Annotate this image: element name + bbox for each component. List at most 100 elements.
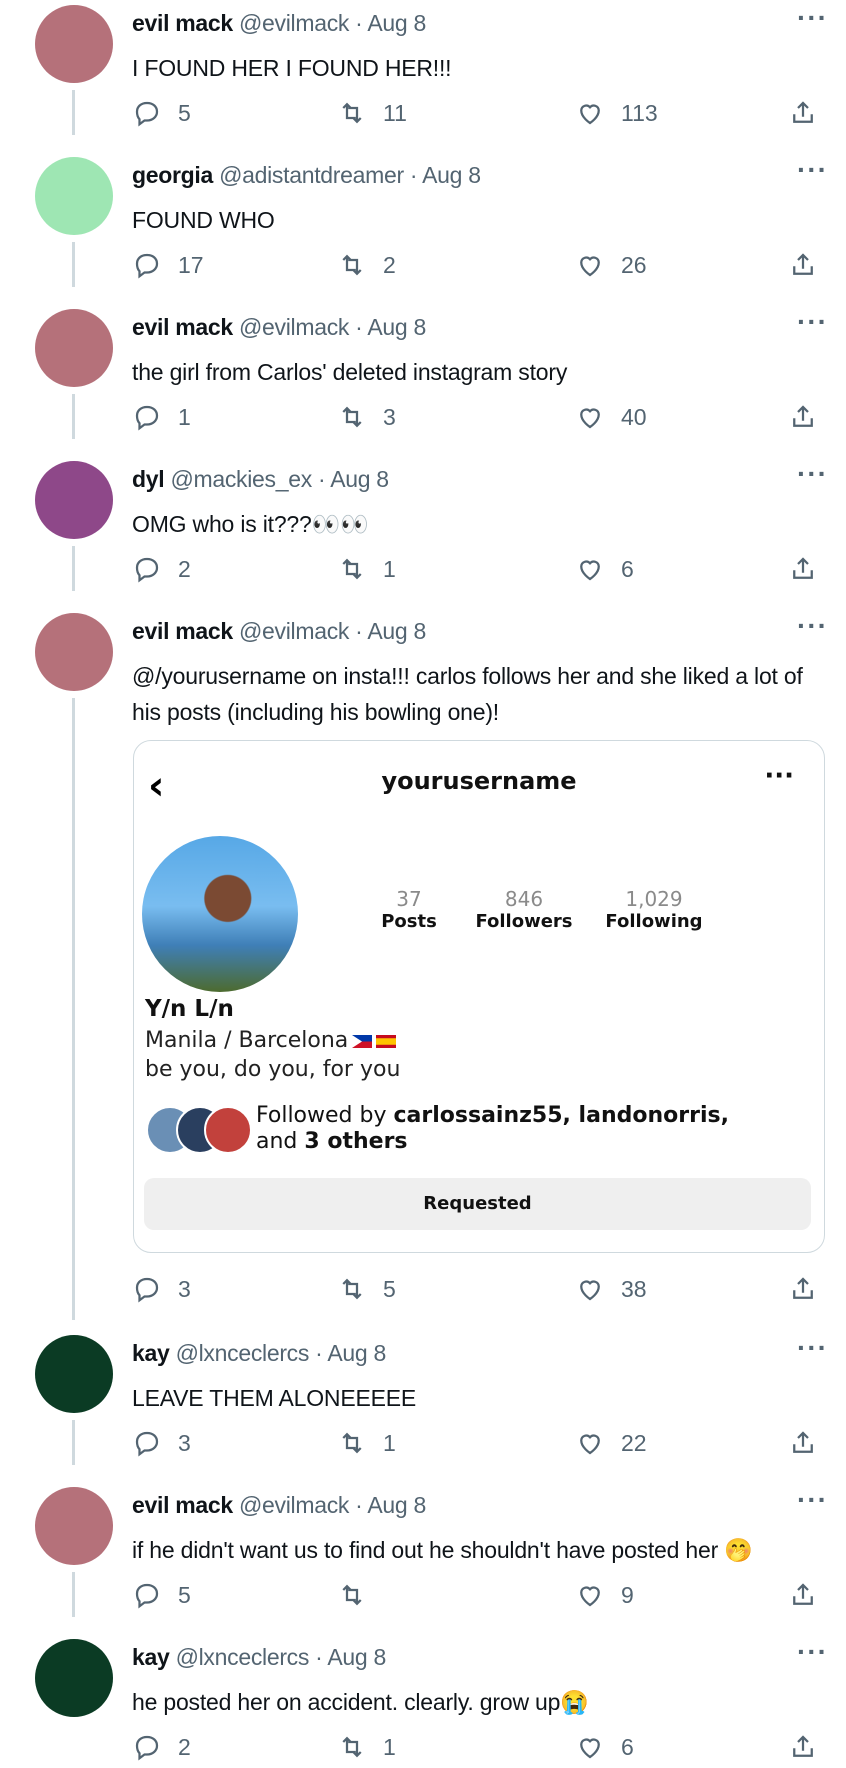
philippines-flag-icon: [352, 1034, 373, 1048]
heart-icon: [580, 1586, 600, 1607]
tweet-header: evil mack @evilmack · Aug 8: [132, 10, 426, 37]
bio-text: be you, do you, for you: [145, 1057, 401, 1082]
reply-icon: [135, 1431, 159, 1457]
more-options-icon[interactable]: ···: [797, 306, 828, 338]
reply-button[interactable]: 3: [132, 1274, 191, 1304]
author-name[interactable]: evil mack: [132, 314, 233, 340]
followed-by-and: and: [256, 1129, 305, 1154]
author-meta: @evilmack · Aug 8: [238, 618, 426, 644]
retweet-button[interactable]: 3: [337, 402, 396, 432]
like-button[interactable]: 38: [575, 1274, 647, 1304]
retweet-button[interactable]: 5: [337, 1274, 396, 1304]
share-button[interactable]: [788, 1732, 834, 1762]
tweet-text: LEAVE THEM ALONEEEEE: [132, 1385, 417, 1411]
more-options-icon[interactable]: ···: [797, 610, 828, 642]
retweet-button[interactable]: 1: [337, 1732, 396, 1762]
author-name[interactable]: kay: [132, 1340, 170, 1366]
reply-count: 5: [178, 99, 191, 126]
location: Manila / Barcelona: [145, 1028, 349, 1053]
like-button[interactable]: 6: [575, 554, 634, 584]
retweet-button[interactable]: 2: [337, 250, 396, 280]
reply-button[interactable]: 5: [132, 98, 191, 128]
like-button[interactable]: 6: [575, 1732, 634, 1762]
avatar[interactable]: [35, 157, 113, 235]
more-options-icon[interactable]: ···: [797, 154, 828, 186]
share-button[interactable]: [788, 1274, 834, 1304]
tweet-text: I FOUND HER I FOUND HER!!!: [132, 55, 452, 81]
avatar[interactable]: [35, 1487, 113, 1565]
share-button[interactable]: [788, 98, 834, 128]
author-name[interactable]: evil mack: [132, 618, 233, 644]
followed-by-names: carlossainz55, landonorris,: [393, 1103, 729, 1128]
author-name[interactable]: kay: [132, 1644, 170, 1670]
author-name[interactable]: evil mack: [132, 1492, 233, 1518]
tweet-actions: 1 3 40: [132, 402, 822, 438]
share-button[interactable]: [788, 1428, 834, 1458]
thread-line: [72, 1572, 75, 1617]
reply-button[interactable]: 17: [132, 250, 204, 280]
like-button[interactable]: 113: [575, 98, 658, 128]
like-button[interactable]: 26: [575, 250, 647, 280]
more-options-icon[interactable]: ···: [797, 2, 828, 34]
followed-by-prefix: Followed by: [256, 1103, 394, 1128]
reply-count: 17: [178, 251, 204, 278]
share-button[interactable]: [788, 402, 834, 432]
retweet-button[interactable]: [337, 1580, 383, 1610]
reply-button[interactable]: 3: [132, 1428, 191, 1458]
avatar[interactable]: [35, 613, 113, 691]
posts-label: Posts: [381, 911, 437, 932]
reply-count: 3: [178, 1429, 191, 1456]
thread-line: [72, 698, 75, 1320]
retweet-button[interactable]: 1: [337, 554, 396, 584]
share-button[interactable]: [788, 554, 834, 584]
retweet-count: 2: [383, 251, 396, 278]
more-options-icon[interactable]: ···: [797, 1332, 828, 1364]
reply-button[interactable]: 2: [132, 554, 191, 584]
instagram-profile-card[interactable]: ‹ yourusername ··· 37 Posts 846 Follower…: [133, 740, 825, 1253]
like-button[interactable]: 9: [575, 1580, 634, 1610]
share-button[interactable]: [788, 1580, 834, 1610]
reply-count: 2: [178, 555, 191, 582]
retweet-button[interactable]: 11: [337, 98, 407, 128]
more-options-icon[interactable]: ···: [797, 1484, 828, 1516]
following-count: 1,029: [625, 887, 683, 911]
like-count: 26: [621, 251, 647, 278]
tweet-actions: 5 9: [132, 1580, 822, 1616]
share-icon: [793, 101, 813, 123]
avatar[interactable]: [35, 461, 113, 539]
spain-flag-icon: [376, 1034, 397, 1048]
avatar[interactable]: [35, 309, 113, 387]
heart-icon: [580, 256, 600, 277]
posts-count: 37: [396, 887, 422, 911]
followers-label: Followers: [475, 911, 573, 932]
reply-button[interactable]: 1: [132, 402, 191, 432]
retweet-icon: [342, 102, 362, 124]
tweet-header: kay @lxnceclercs · Aug 8: [132, 1340, 386, 1367]
avatar[interactable]: [35, 5, 113, 83]
more-options-icon[interactable]: ···: [797, 1636, 828, 1668]
requested-button[interactable]: Requested: [144, 1178, 811, 1230]
reply-button[interactable]: 2: [132, 1732, 191, 1762]
more-options-icon[interactable]: ···: [797, 458, 828, 490]
tweet: georgia @adistantdreamer · Aug 8 ··· FOU…: [0, 152, 846, 287]
reply-button[interactable]: 5: [132, 1580, 191, 1610]
tweet: kay @lxnceclercs · Aug 8 ··· he posted h…: [0, 1634, 846, 1763]
author-name[interactable]: georgia: [132, 162, 213, 188]
reply-icon: [135, 557, 159, 583]
tweet-actions: 3 5 38: [132, 1274, 822, 1310]
author-name[interactable]: dyl: [132, 466, 165, 492]
profile-picture: [142, 836, 298, 992]
thread-line: [72, 90, 75, 135]
retweet-button[interactable]: 1: [337, 1428, 396, 1458]
tweet-actions: 5 11 113: [132, 98, 822, 134]
author-name[interactable]: evil mack: [132, 10, 233, 36]
share-button[interactable]: [788, 250, 834, 280]
avatar[interactable]: [35, 1335, 113, 1413]
reply-count: 1: [178, 403, 191, 430]
tweet: evil mack @evilmack · Aug 8 ··· the girl…: [0, 304, 846, 439]
like-button[interactable]: 40: [575, 402, 647, 432]
avatar[interactable]: [35, 1639, 113, 1717]
like-button[interactable]: 22: [575, 1428, 647, 1458]
followed-by: Followed by carlossainz55, landonorris, …: [256, 1103, 729, 1155]
heart-icon: [580, 1434, 600, 1455]
